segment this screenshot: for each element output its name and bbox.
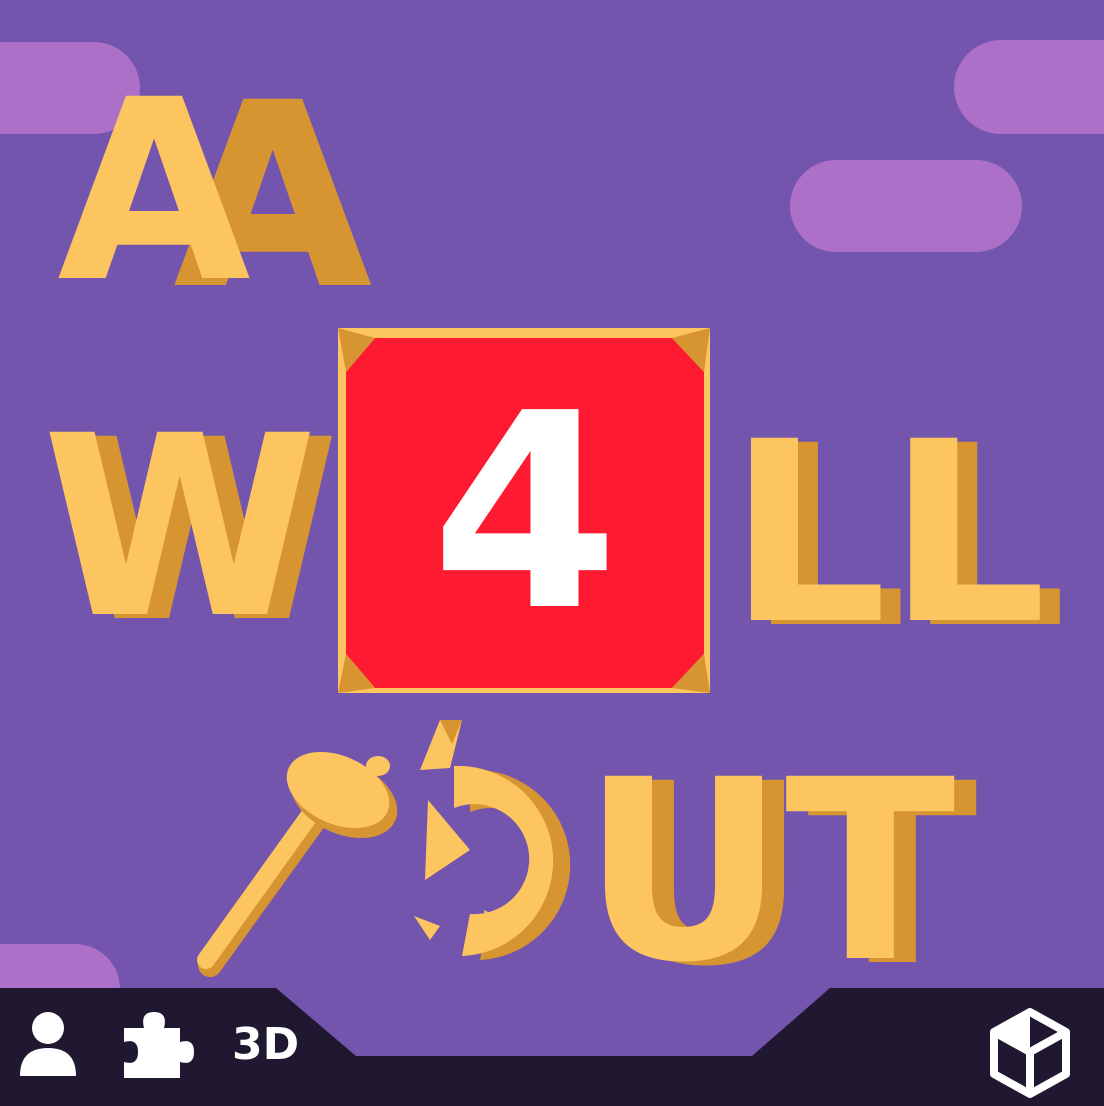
puzzle-icon: [124, 1012, 194, 1078]
bottom-bar: [0, 988, 1104, 1106]
unity-logo-icon: [990, 1008, 1070, 1098]
user-icon: [20, 1012, 76, 1076]
game-cover: A A W W LL LL UT UT 4 3D: [0, 0, 1104, 1106]
tag-3d: 3D: [232, 1019, 300, 1070]
